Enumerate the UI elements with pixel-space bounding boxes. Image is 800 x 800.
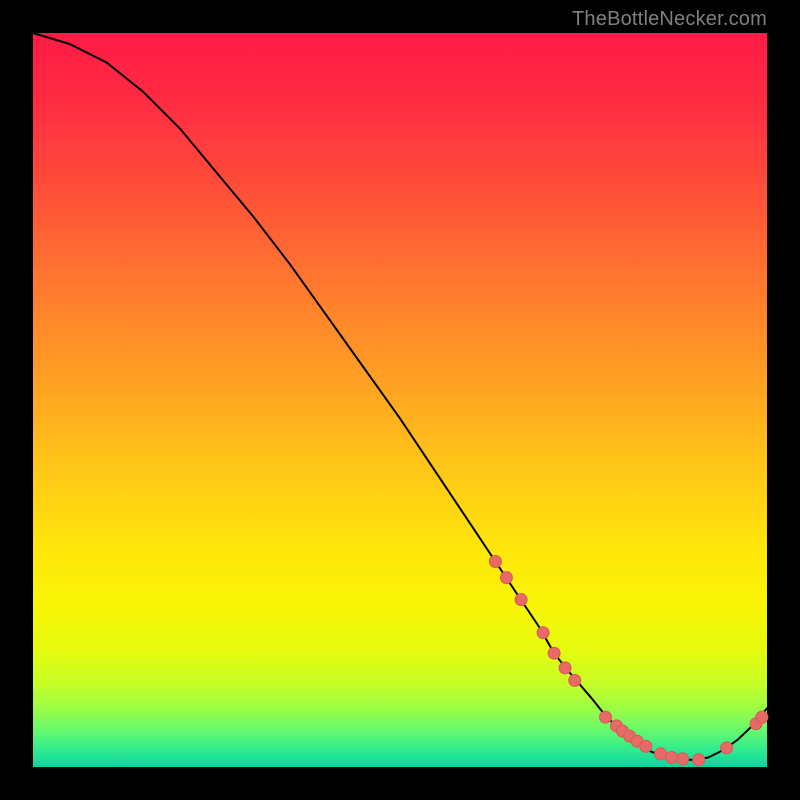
data-point <box>569 674 581 686</box>
data-point <box>721 742 733 754</box>
data-point <box>500 572 512 584</box>
chart-stage: TheBottleNecker.com <box>0 0 800 800</box>
data-point <box>640 740 652 752</box>
watermark-text: TheBottleNecker.com <box>572 8 767 31</box>
chart-svg <box>33 33 767 767</box>
data-point <box>666 752 678 764</box>
data-point <box>515 594 527 606</box>
gradient-bg <box>33 33 767 767</box>
data-point <box>559 662 571 674</box>
plot-area <box>33 33 767 767</box>
data-point <box>756 711 768 723</box>
data-point <box>655 748 667 760</box>
data-point <box>677 753 689 765</box>
data-point <box>537 627 549 639</box>
data-point <box>548 647 560 659</box>
data-point <box>489 556 501 568</box>
data-point <box>693 754 705 766</box>
data-point <box>600 711 612 723</box>
